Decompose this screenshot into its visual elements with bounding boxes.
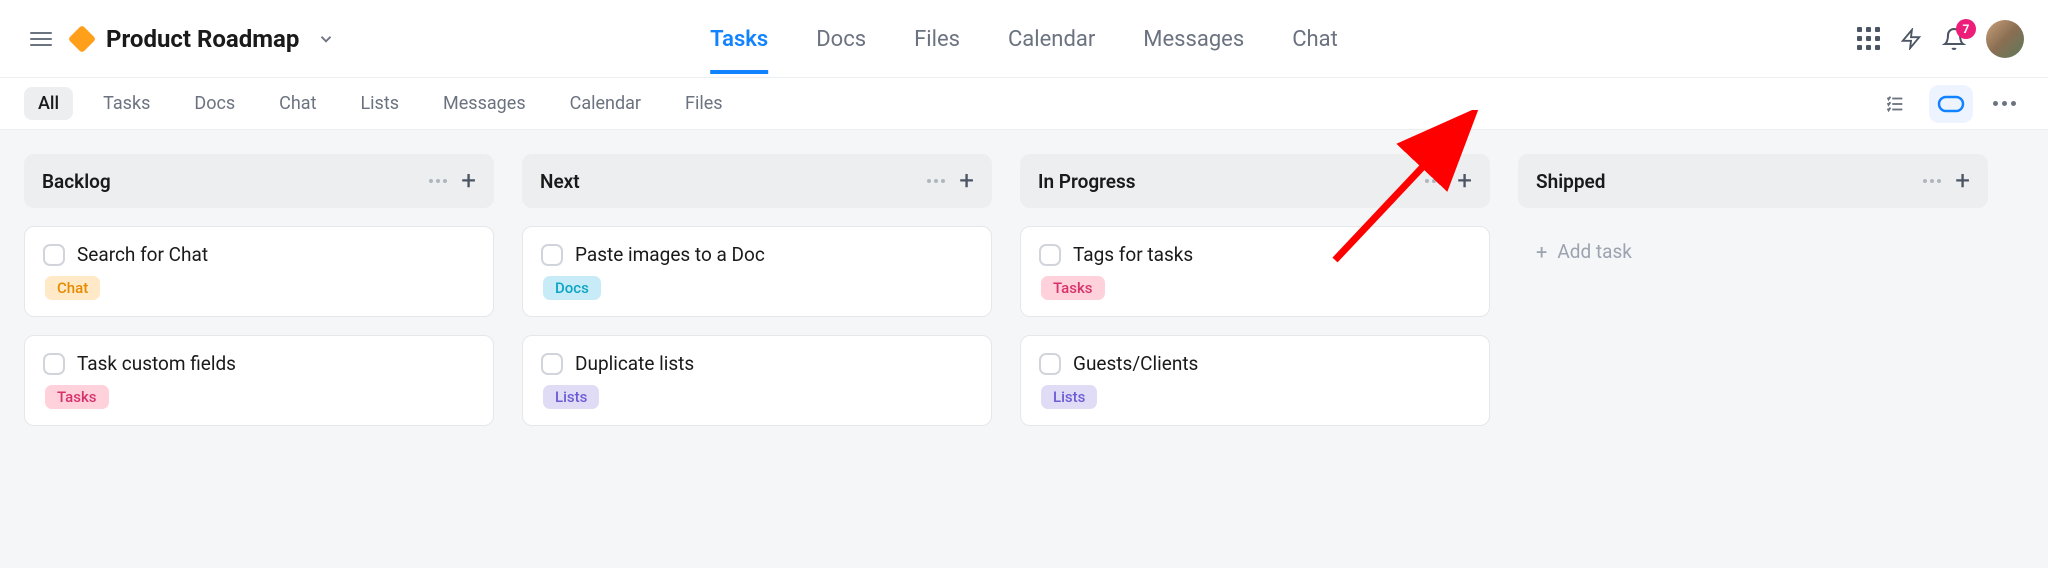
column-title: Backlog: [42, 170, 111, 193]
task-tag[interactable]: Docs: [543, 276, 601, 300]
automations-icon[interactable]: [1900, 28, 1922, 50]
add-task-button[interactable]: + Add task: [1518, 226, 1988, 277]
task-title: Tags for tasks: [1073, 243, 1193, 266]
filter-calendar[interactable]: Calendar: [556, 87, 655, 120]
column-add-button[interactable]: +: [1457, 168, 1472, 194]
board-view-button[interactable]: [1929, 85, 1973, 123]
task-tag[interactable]: Lists: [543, 385, 599, 409]
task-checkbox[interactable]: [43, 353, 65, 375]
task-title: Paste images to a Doc: [575, 243, 765, 266]
column-add-button[interactable]: +: [461, 168, 476, 194]
column-header[interactable]: Shipped +: [1518, 154, 1988, 208]
filter-docs[interactable]: Docs: [180, 87, 249, 120]
project-title: Product Roadmap: [106, 25, 299, 53]
task-checkbox[interactable]: [1039, 244, 1061, 266]
menu-toggle[interactable]: [24, 26, 58, 52]
task-title: Guests/Clients: [1073, 352, 1198, 375]
nav-docs[interactable]: Docs: [816, 5, 866, 72]
plus-icon: +: [1536, 242, 1547, 262]
user-avatar[interactable]: [1986, 20, 2024, 58]
notifications-button[interactable]: 7: [1942, 27, 1966, 51]
task-title: Task custom fields: [77, 352, 236, 375]
task-checkbox[interactable]: [43, 244, 65, 266]
column-menu-button[interactable]: [927, 179, 945, 183]
project-color-icon: [68, 24, 96, 52]
column-add-button[interactable]: +: [959, 168, 974, 194]
task-card[interactable]: Paste images to a Doc Docs: [522, 226, 992, 317]
task-checkbox[interactable]: [1039, 353, 1061, 375]
task-tag[interactable]: Tasks: [45, 385, 109, 409]
column-backlog: Backlog + Search for Chat Chat Task cust…: [24, 154, 494, 544]
column-title: Shipped: [1536, 170, 1605, 193]
task-title: Duplicate lists: [575, 352, 694, 375]
column-menu-button[interactable]: [1923, 179, 1941, 183]
column-title: In Progress: [1038, 170, 1136, 193]
column-title: Next: [540, 170, 580, 193]
filter-lists[interactable]: Lists: [346, 87, 413, 120]
column-in-progress: In Progress + Tags for tasks Tasks Guest…: [1020, 154, 1490, 544]
notification-badge: 7: [1956, 19, 1976, 39]
column-menu-button[interactable]: [429, 179, 447, 183]
task-checkbox[interactable]: [541, 244, 563, 266]
filter-files[interactable]: Files: [671, 87, 737, 120]
column-shipped: Shipped + + Add task: [1518, 154, 1988, 544]
filter-chat[interactable]: Chat: [265, 87, 330, 120]
task-tag[interactable]: Lists: [1041, 385, 1097, 409]
column-menu-button[interactable]: [1425, 179, 1443, 183]
task-card[interactable]: Search for Chat Chat: [24, 226, 494, 317]
task-checkbox[interactable]: [541, 353, 563, 375]
nav-messages[interactable]: Messages: [1143, 5, 1244, 72]
column-add-button[interactable]: +: [1955, 168, 1970, 194]
nav-tasks[interactable]: Tasks: [710, 5, 768, 72]
task-tag[interactable]: Tasks: [1041, 276, 1105, 300]
column-header[interactable]: Backlog +: [24, 154, 494, 208]
column-header[interactable]: Next +: [522, 154, 992, 208]
column-header[interactable]: In Progress +: [1020, 154, 1490, 208]
topbar: Product Roadmap Tasks Docs Files Calenda…: [0, 0, 2048, 78]
task-card[interactable]: Tags for tasks Tasks: [1020, 226, 1490, 317]
nav-calendar[interactable]: Calendar: [1008, 5, 1095, 72]
task-card[interactable]: Guests/Clients Lists: [1020, 335, 1490, 426]
filter-messages[interactable]: Messages: [429, 87, 540, 120]
main-nav: Tasks Docs Files Calendar Messages Chat: [710, 5, 1338, 72]
task-card[interactable]: Task custom fields Tasks: [24, 335, 494, 426]
more-options-button[interactable]: [1985, 93, 2024, 114]
nav-chat[interactable]: Chat: [1292, 5, 1338, 72]
task-title: Search for Chat: [77, 243, 208, 266]
filterbar: All Tasks Docs Chat Lists Messages Calen…: [0, 78, 2048, 130]
chevron-down-icon[interactable]: [317, 30, 335, 48]
add-task-label: Add task: [1557, 240, 1632, 263]
nav-files[interactable]: Files: [914, 5, 960, 72]
filter-all[interactable]: All: [24, 87, 73, 120]
kanban-board: Backlog + Search for Chat Chat Task cust…: [0, 130, 2048, 568]
task-tag[interactable]: Chat: [45, 276, 100, 300]
filter-tasks[interactable]: Tasks: [89, 87, 164, 120]
task-card[interactable]: Duplicate lists Lists: [522, 335, 992, 426]
column-next: Next + Paste images to a Doc Docs Duplic…: [522, 154, 992, 544]
list-view-button[interactable]: [1873, 85, 1917, 123]
apps-icon[interactable]: [1857, 27, 1880, 50]
